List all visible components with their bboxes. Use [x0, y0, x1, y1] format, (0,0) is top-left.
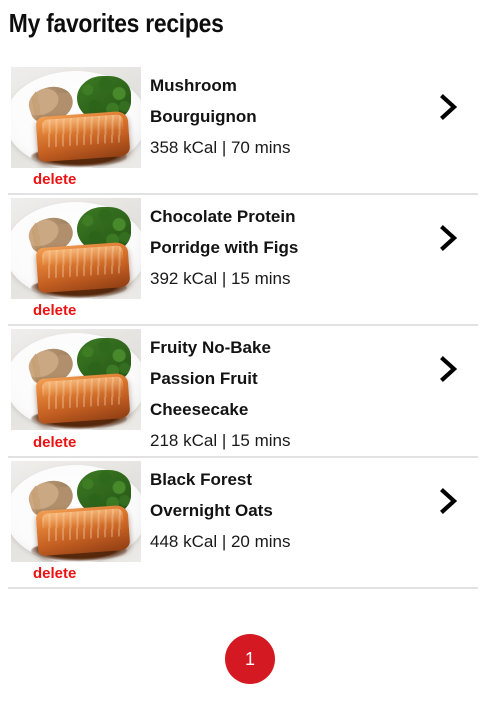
- delete-button[interactable]: delete: [33, 434, 76, 451]
- chevron-right-icon[interactable]: [436, 354, 462, 384]
- chevron-right-icon[interactable]: [436, 486, 462, 516]
- recipe-thumbnail[interactable]: [11, 461, 141, 562]
- recipe-meta: 218 kCal | 15 mins: [150, 431, 291, 450]
- recipe-text-block: Chocolate Protein Porridge with Figs 392…: [150, 201, 440, 294]
- recipe-row[interactable]: Chocolate Protein Porridge with Figs 392…: [0, 195, 500, 326]
- row-divider: [8, 587, 478, 589]
- pagination-page-1[interactable]: 1: [225, 634, 275, 684]
- salmon-fillet-shape: [35, 372, 131, 425]
- delete-button[interactable]: delete: [33, 171, 76, 188]
- salmon-fillet-shape: [35, 241, 131, 294]
- recipe-name-line2: Passion Fruit: [150, 369, 258, 388]
- recipe-name-line2: Porridge with Figs: [150, 238, 299, 257]
- recipe-thumbnail[interactable]: [11, 67, 141, 168]
- recipe-meta: 392 kCal | 15 mins: [150, 269, 291, 288]
- pagination: 1: [0, 634, 500, 684]
- recipe-list: Mushroom Bourguignon 358 kCal | 70 mins …: [0, 64, 500, 589]
- salmon-fillet-shape: [35, 504, 131, 557]
- recipe-name-line1: Fruity No-Bake: [150, 338, 271, 357]
- chevron-right-icon[interactable]: [436, 92, 462, 122]
- recipe-meta: 358 kCal | 70 mins: [150, 138, 291, 157]
- delete-button[interactable]: delete: [33, 565, 76, 582]
- recipe-name-line3: Cheesecake: [150, 400, 249, 419]
- chevron-right-icon[interactable]: [436, 223, 462, 253]
- recipe-text-block: Fruity No-Bake Passion Fruit Cheesecake …: [150, 332, 440, 456]
- recipe-text-block: Black Forest Overnight Oats 448 kCal | 2…: [150, 464, 440, 557]
- recipe-row[interactable]: Fruity No-Bake Passion Fruit Cheesecake …: [0, 326, 500, 458]
- recipe-text-block: Mushroom Bourguignon 358 kCal | 70 mins: [150, 70, 440, 163]
- thumbnail-image: [11, 461, 141, 562]
- recipe-name-line1: Black Forest: [150, 470, 253, 489]
- recipe-thumbnail[interactable]: [11, 329, 141, 430]
- salmon-fillet-shape: [35, 110, 131, 163]
- recipe-row[interactable]: Mushroom Bourguignon 358 kCal | 70 mins …: [0, 64, 500, 195]
- recipe-row[interactable]: Black Forest Overnight Oats 448 kCal | 2…: [0, 458, 500, 589]
- recipe-name-line2: Overnight Oats: [150, 501, 273, 520]
- thumbnail-image: [11, 198, 141, 299]
- thumbnail-image: [11, 67, 141, 168]
- page-title: My favorites recipes: [8, 8, 224, 38]
- thumbnail-image: [11, 329, 141, 430]
- delete-button[interactable]: delete: [33, 302, 76, 319]
- recipe-name-line1: Chocolate Protein: [150, 207, 296, 226]
- recipe-name-line2: Bourguignon: [150, 107, 257, 126]
- recipe-name-line1: Mushroom: [150, 76, 237, 95]
- recipe-thumbnail[interactable]: [11, 198, 141, 299]
- recipe-meta: 448 kCal | 20 mins: [150, 532, 291, 551]
